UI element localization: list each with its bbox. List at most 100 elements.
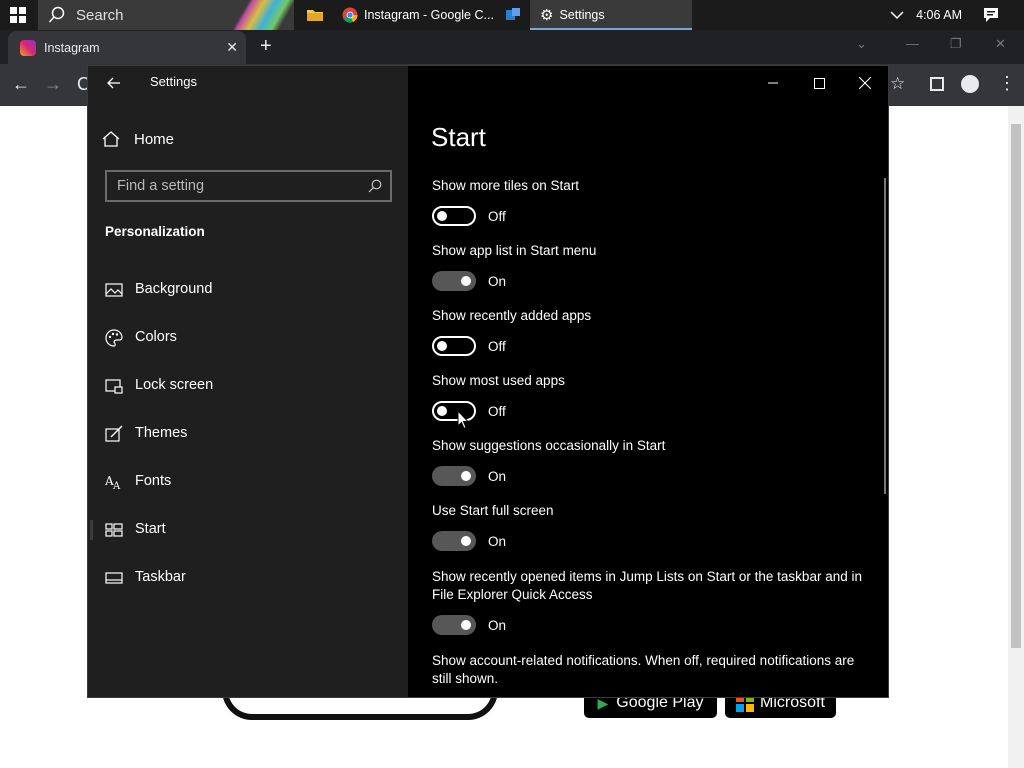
forward-icon[interactable]: → [44,74,62,95]
taskbar-settings-label: Settings [559,8,605,22]
toggle-state: On [488,468,507,484]
setting-most-used: Show most used apps Off [432,372,872,421]
taskbar-search-box[interactable]: Search [38,0,294,30]
search-placeholder: Find a setting [117,178,205,194]
home-icon [102,131,120,147]
taskbar-search-label: Search [76,6,124,24]
setting-app-list: Show app list in Start menu On [432,242,872,291]
chrome-icon [342,7,358,23]
setting-label: Show suggestions occasionally in Start [432,438,666,453]
new-tab-icon[interactable]: + [260,35,272,58]
search-icon [368,179,382,193]
back-icon[interactable]: ← [12,74,30,95]
palette-icon [105,329,123,347]
minimize-icon[interactable]: — [906,36,919,51]
taskbar-app[interactable] [500,0,526,30]
sidebar-item-lock-screen[interactable]: Lock screen [88,362,408,410]
sidebar-item-colors[interactable]: Colors [88,314,408,362]
sidebar-item-start[interactable]: Start [88,506,408,554]
toggle-state: On [488,533,507,549]
search-icon [48,6,65,23]
fonts-icon: AA [105,474,121,491]
taskbar-file-explorer[interactable] [300,0,330,30]
toggle-state: Off [488,208,506,224]
sidebar-item-label: Background [135,281,213,297]
start-icon [105,523,123,537]
mouse-cursor-icon [457,410,469,430]
taskbar-chrome-label: Instagram - Google C... [364,8,494,22]
maximize-icon [813,77,825,89]
brush-icon [105,425,123,442]
sidebar-item-label: Fonts [135,473,172,489]
setting-label: Use Start full screen [432,503,554,518]
minimize-icon [768,82,778,84]
toggle-switch[interactable] [432,206,476,226]
side-panel-icon[interactable] [930,77,944,91]
window-title: Settings [150,74,197,89]
menu-dots-icon[interactable]: ⋮ [998,73,1016,94]
chevron-up-icon[interactable] [884,0,910,30]
back-arrow-icon [107,77,120,89]
page-title: Start [431,122,486,152]
setting-label: Show most used apps [432,373,565,388]
toggle-switch[interactable] [432,401,476,421]
setting-more-tiles: Show more tiles on Start Off [432,177,872,226]
find-setting-input[interactable]: Find a setting [105,170,392,202]
maximize-button[interactable] [796,70,842,96]
setting-jump-lists: Show recently opened items in Jump Lists… [432,568,862,635]
taskbar-chrome[interactable]: Instagram - Google C... [336,0,496,30]
toggle-switch[interactable] [432,271,476,291]
settings-window: Settings Home Find a setting Personaliza… [87,65,889,698]
profile-icon[interactable] [961,75,979,93]
chrome-tab-instagram[interactable]: Instagram ✕ [8,31,246,64]
close-icon[interactable]: ✕ [995,36,1006,52]
toggle-switch[interactable] [432,466,476,486]
toggle-state: On [488,617,507,633]
restore-icon[interactable]: ❐ [950,36,962,52]
bookmark-star-icon[interactable]: ☆ [890,74,905,94]
chrome-tab-title: Instagram [44,40,100,55]
notifications-icon[interactable] [976,0,1006,30]
toggle-switch[interactable] [432,531,476,551]
setting-label: Show more tiles on Start [432,178,580,193]
gear-icon: ⚙ [540,7,554,24]
instagram-icon [20,39,36,56]
sidebar-item-home[interactable]: Home [102,128,174,150]
sidebar-item-taskbar[interactable]: Taskbar [88,554,408,602]
sidebar-item-label: Colors [135,329,177,345]
close-button[interactable] [842,70,888,96]
sidebar-item-label: Start [135,521,166,537]
minimize-button[interactable] [750,70,796,96]
chrome-window-controls: ⌄ — ❐ ✕ [850,36,1020,56]
setting-account-notifications: Show account-related notifications. When… [432,652,862,688]
close-tab-icon[interactable]: ✕ [226,39,238,56]
taskbar-clock[interactable]: 4:06 AM [916,0,962,30]
setting-suggestions: Show suggestions occasionally in Start O… [432,437,872,486]
svg-text:A: A [112,481,121,491]
taskbar-settings[interactable]: ⚙ Settings [530,0,692,30]
toggle-switch[interactable] [432,615,476,635]
folder-icon [307,10,323,21]
settings-scrollbar[interactable] [884,178,886,494]
sidebar-item-fonts[interactable]: AA Fonts [88,458,408,506]
setting-label: Show recently opened items in Jump Lists… [432,569,862,602]
setting-full-screen: Use Start full screen On [432,502,872,551]
windows-start-button[interactable] [0,0,36,30]
sidebar-item-label: Taskbar [135,569,186,585]
sidebar-item-label: Lock screen [135,377,214,393]
toggle-switch[interactable] [432,336,476,356]
setting-label: Show recently added apps [432,308,592,323]
search-highlight-art [234,0,294,30]
tab-search-icon[interactable]: ⌄ [856,36,867,52]
taskbar-icon [105,572,123,584]
back-button[interactable] [98,70,130,96]
lock-screen-icon [105,379,123,394]
windows-taskbar: Search Instagram - Google C... ⚙ Setting… [0,0,1024,30]
settings-main-panel: Start Show more tiles on Start Off Show … [408,66,888,697]
page-scrollbar-thumb[interactable] [1011,124,1021,648]
windows-logo-icon [10,7,26,23]
sidebar-item-background[interactable]: Background [88,266,408,314]
sidebar-item-label: Home [134,130,175,148]
sidebar-item-themes[interactable]: Themes [88,410,408,458]
toggle-state: On [488,273,507,289]
